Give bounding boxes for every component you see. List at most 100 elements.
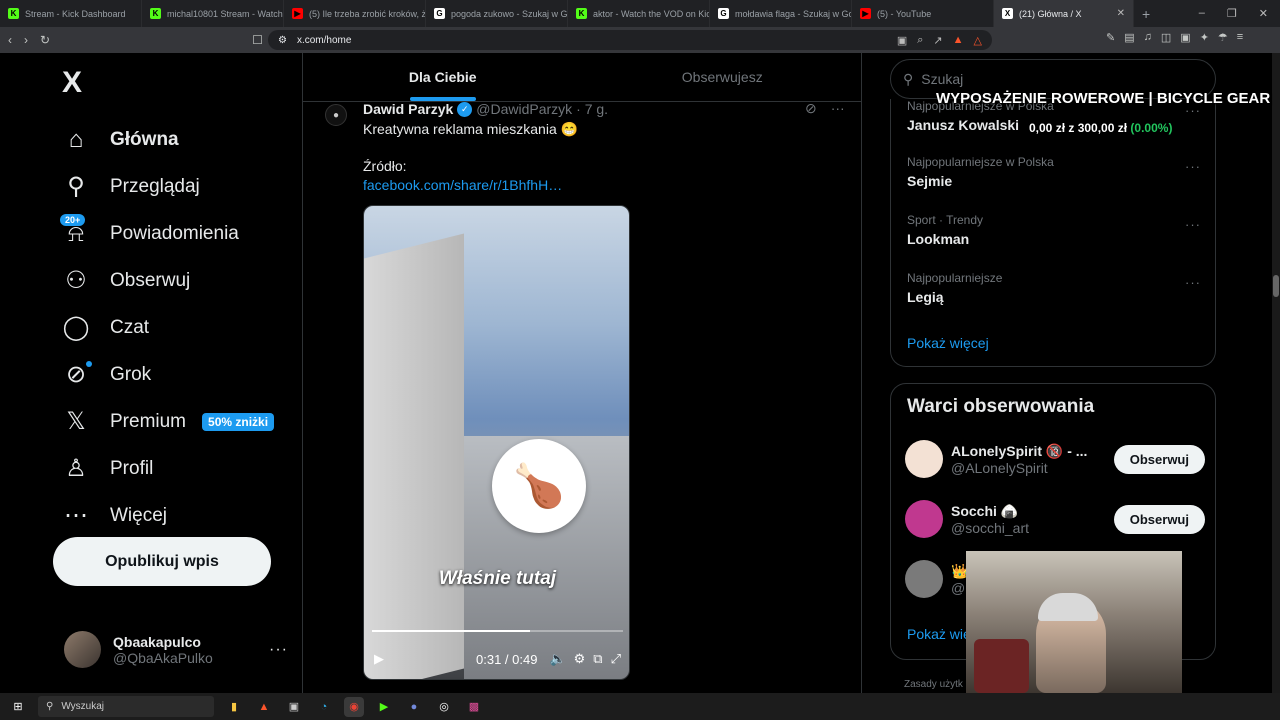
browser-tab[interactable]: Kmichal10801 Stream - Watch L — [142, 0, 284, 27]
bookmark-icon[interactable]: ☐ — [252, 33, 263, 47]
minimize-icon[interactable]: – — [1199, 7, 1205, 20]
tweet-header: Dawid Parzyk ✓ @DawidParzyk · 7 g. — [363, 101, 608, 117]
follow-suggestion[interactable]: ALonelySpirit 🔞 - ... @ALonelySpirit Obser… — [905, 440, 1205, 478]
follow-name: Socchi 🍙 — [951, 502, 1019, 519]
volume-icon[interactable]: 🔈 — [549, 651, 565, 667]
trends-show-more[interactable]: Pokaż więcej — [907, 335, 989, 351]
cast-icon[interactable]: ▣ — [897, 34, 907, 47]
new-tab-button[interactable]: + — [1134, 6, 1158, 22]
menu-icon[interactable]: ≡ — [1237, 31, 1243, 44]
extension-icon[interactable]: ✎ — [1106, 31, 1115, 44]
avatar[interactable] — [905, 500, 943, 538]
x-logo[interactable]: X — [62, 66, 82, 100]
sidebar-item-person[interactable]: ♙ Profil — [62, 445, 274, 492]
reload-icon[interactable]: ↻ — [40, 33, 50, 47]
tweet-link[interactable]: facebook.com/share/r/1BhfhH… — [363, 177, 562, 193]
browser-tab[interactable]: K Stream - Kick Dashboard — [0, 0, 142, 27]
follow-button[interactable]: Obserwuj — [1113, 504, 1205, 534]
trend-item[interactable]: Sport · Trendy Lookman ··· — [907, 213, 1201, 247]
sidebar-item-grok[interactable]: ⊘ Grok — [62, 351, 274, 398]
who-to-follow-title: Warci obserwowania — [907, 396, 1095, 417]
close-window-icon[interactable]: ✕ — [1259, 7, 1268, 20]
tab-following[interactable]: Obserwujesz — [583, 53, 863, 101]
restore-icon[interactable]: ❐ — [1227, 7, 1237, 20]
tweet-author-handle[interactable]: @DawidParzyk — [476, 101, 572, 117]
browser-tab[interactable]: Gmołdawia flaga - Szukaj w Goo — [710, 0, 852, 27]
music-icon[interactable]: ♫ — [1144, 31, 1152, 44]
trend-item[interactable]: Najpopularniejsze Legią ··· — [907, 271, 1201, 305]
vpn-icon[interactable]: ☂ — [1218, 31, 1228, 44]
goal-percent: (0.00%) — [1130, 121, 1173, 135]
fullscreen-icon[interactable]: ⤢ — [611, 651, 621, 667]
tab-for-you[interactable]: Dla Ciebie — [303, 53, 583, 101]
more-icon[interactable]: ··· — [1185, 275, 1201, 290]
sidebar-item-x[interactable]: 𝕏 Premium 50% zniżki — [62, 398, 275, 445]
taskbar-search[interactable]: ⚲ Wyszukaj — [38, 696, 214, 717]
follow-button[interactable]: Obserwuj — [1113, 444, 1205, 474]
zoom-icon[interactable]: ⌕ — [917, 34, 923, 47]
browser-tab-title: (21) Główna / X — [1019, 8, 1082, 19]
app-icon[interactable]: ▣ — [284, 697, 304, 717]
tweet-timestamp[interactable]: · 7 g. — [576, 101, 608, 117]
trend-item[interactable]: Najpopularniejsze w Polska Sejmie ··· — [907, 155, 1201, 189]
app-icon[interactable]: ▩ — [464, 697, 484, 717]
brave-rewards-icon[interactable]: △ — [974, 34, 982, 47]
wallet-icon[interactable]: ▣ — [1180, 31, 1190, 44]
sidebar-item-bell[interactable]: ⍾ 20+ Powiadomienia — [60, 210, 274, 257]
sidebar-item-home[interactable]: ⌂ Główna — [62, 116, 274, 163]
file-explorer-icon[interactable]: ▮ — [224, 697, 244, 717]
sidebar-icon[interactable]: ◫ — [1161, 31, 1171, 44]
obs-icon[interactable]: ◎ — [434, 697, 454, 717]
sidebar-item-person-add[interactable]: ⚇ Obserwuj — [62, 257, 274, 304]
forward-icon[interactable]: › — [24, 33, 28, 47]
extension-icon[interactable]: ▤ — [1124, 31, 1134, 44]
browser-tab[interactable]: X (21) Główna / X ✕ — [994, 0, 1134, 27]
more-icon[interactable]: ··· — [1185, 159, 1201, 174]
follow-suggestion[interactable]: Socchi 🍙 @socchi_art Obserwuj — [905, 500, 1205, 538]
more-icon[interactable]: ··· — [831, 100, 845, 117]
sidebar-item-chat[interactable]: ◯ Czat — [62, 304, 274, 351]
video-progress-bar[interactable] — [372, 630, 623, 632]
search-icon: ⚲ — [903, 70, 914, 87]
sidebar-item-more-circle[interactable]: ⋯ Więcej — [62, 492, 274, 539]
main-feed: Dla Ciebie Obserwujesz ● Dawid Parzyk ✓ … — [303, 53, 862, 693]
follow-show-more[interactable]: Pokaż wię — [907, 626, 971, 642]
site-info-icon[interactable]: ⚙ — [278, 35, 287, 46]
windows-start-icon[interactable]: ⊞ — [8, 697, 28, 717]
person-icon: ♙ — [65, 455, 87, 482]
footer-links[interactable]: Zasady użytk — [904, 679, 963, 690]
back-icon[interactable]: ‹ — [8, 33, 12, 47]
discord-icon[interactable]: ● — [404, 697, 424, 717]
video-player[interactable]: 🍗 Właśnie tutaj ▶ 0:31 / 0:49 🔈 ⚙ ⧉ ⤢ — [363, 205, 630, 680]
scrollbar-thumb[interactable] — [1273, 275, 1279, 297]
chrome-icon[interactable]: ◉ — [344, 696, 364, 717]
more-icon[interactable]: ··· — [269, 641, 288, 659]
avatar[interactable] — [905, 440, 943, 478]
share-icon[interactable]: ↗ — [933, 34, 942, 47]
browser-tab[interactable]: ▶ (5) - YouTube — [852, 0, 994, 27]
address-bar[interactable]: ⚙ x.com/home ▣ ⌕ ↗ ▲ △ — [268, 30, 992, 50]
leo-icon[interactable]: ✦ — [1200, 31, 1209, 44]
play-icon[interactable]: ▶ — [374, 651, 384, 667]
feed-tabs: Dla Ciebie Obserwujesz — [303, 53, 862, 102]
pip-icon[interactable]: ⧉ — [593, 651, 602, 667]
account-switcher[interactable]: Qbaakapulco @QbaAkaPulko ··· — [64, 631, 288, 668]
brave-shield-icon[interactable]: ▲ — [953, 34, 964, 47]
close-tab-icon[interactable]: ✕ — [1117, 8, 1125, 19]
browser-tab[interactable]: ▶ (5) Ile trzeba zrobić kroków, że — [284, 0, 426, 27]
grok-icon[interactable]: ⊘ — [805, 100, 817, 117]
brave-icon[interactable]: ▲ — [254, 697, 274, 717]
browser-tab[interactable]: Kaktor - Watch the VOD on Kick — [568, 0, 710, 27]
avatar[interactable] — [905, 560, 943, 598]
more-icon[interactable]: ··· — [1185, 217, 1201, 232]
sidebar-item-search[interactable]: ⚲ Przeglądaj — [62, 163, 274, 210]
extensions-bar: ✎ ▤ ♫ ◫ ▣ ✦ ☂ ≡ — [1106, 31, 1243, 44]
post-button[interactable]: Opublikuj wpis — [53, 537, 271, 586]
avatar[interactable]: ● — [325, 104, 347, 126]
edge-icon[interactable]: ◔ — [314, 697, 334, 717]
browser-tab[interactable]: Gpogoda zukowo - Szukaj w Go — [426, 0, 568, 27]
tweet-author-name[interactable]: Dawid Parzyk — [363, 101, 453, 117]
page-scrollbar[interactable] — [1272, 53, 1280, 693]
settings-icon[interactable]: ⚙ — [574, 651, 586, 667]
kick-icon[interactable]: ▶ — [374, 697, 394, 717]
